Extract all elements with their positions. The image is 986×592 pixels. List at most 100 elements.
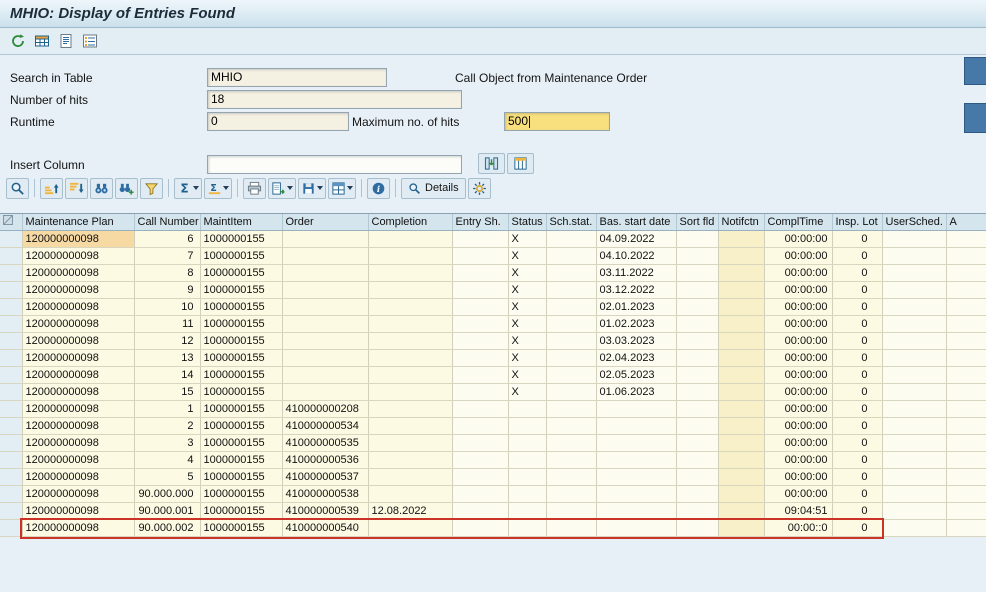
cell-insp-lot[interactable]: 0 (832, 486, 882, 503)
cell-insp-lot[interactable]: 0 (832, 520, 882, 537)
column-header-a[interactable]: A (946, 214, 986, 231)
cell-a[interactable] (946, 231, 986, 248)
cell-status[interactable]: X (508, 248, 546, 265)
cell-sort-fld[interactable] (676, 452, 718, 469)
cell-compltime[interactable]: 00:00:00 (764, 401, 832, 418)
cell-call-number[interactable]: 12 (134, 333, 200, 350)
cell-maintitem[interactable]: 1000000155 (200, 231, 282, 248)
cell-status[interactable]: X (508, 316, 546, 333)
cell-compltime[interactable]: 00:00:00 (764, 299, 832, 316)
cell-insp-lot[interactable]: 0 (832, 299, 882, 316)
cell-call-number[interactable]: 4 (134, 452, 200, 469)
print-button[interactable] (243, 178, 266, 199)
column-header-maintitem[interactable]: MaintItem (200, 214, 282, 231)
cell-bas-start-date[interactable]: 02.01.2023 (596, 299, 676, 316)
column-header-insp-lot[interactable]: Insp. Lot (832, 214, 882, 231)
cell-entry-sh[interactable] (452, 248, 508, 265)
cell-completion[interactable] (368, 469, 452, 486)
cell-maintenance-plan[interactable]: 120000000098 (22, 350, 134, 367)
cell-sort-fld[interactable] (676, 435, 718, 452)
refresh-button[interactable] (8, 31, 28, 51)
row-selector[interactable] (0, 384, 22, 401)
cell-notifctn[interactable] (718, 384, 764, 401)
cell-bas-start-date[interactable]: 04.10.2022 (596, 248, 676, 265)
cell-bas-start-date[interactable] (596, 503, 676, 520)
cell-compltime[interactable]: 00:00:00 (764, 265, 832, 282)
cell-completion[interactable] (368, 350, 452, 367)
cell-status[interactable]: X (508, 282, 546, 299)
cell-status[interactable]: X (508, 350, 546, 367)
cell-completion[interactable] (368, 299, 452, 316)
row-selector[interactable] (0, 418, 22, 435)
cell-status[interactable]: X (508, 367, 546, 384)
cell-a[interactable] (946, 316, 986, 333)
cell-maintenance-plan[interactable]: 120000000098 (22, 316, 134, 333)
cell-sort-fld[interactable] (676, 503, 718, 520)
cell-compltime[interactable]: 00:00:00 (764, 333, 832, 350)
cell-maintenance-plan[interactable]: 120000000098 (22, 231, 134, 248)
cell-order[interactable]: 410000000535 (282, 435, 368, 452)
cell-call-number[interactable]: 10 (134, 299, 200, 316)
cell-order[interactable] (282, 350, 368, 367)
find-button[interactable] (90, 178, 113, 199)
cell-call-number[interactable]: 13 (134, 350, 200, 367)
cell-a[interactable] (946, 299, 986, 316)
cell-sch-stat[interactable] (546, 299, 596, 316)
cell-sort-fld[interactable] (676, 418, 718, 435)
cell-sort-fld[interactable] (676, 520, 718, 537)
cell-notifctn[interactable] (718, 299, 764, 316)
cell-insp-lot[interactable]: 0 (832, 316, 882, 333)
column-header-order[interactable]: Order (282, 214, 368, 231)
cell-sch-stat[interactable] (546, 367, 596, 384)
cell-insp-lot[interactable]: 0 (832, 503, 882, 520)
cell-bas-start-date[interactable]: 04.09.2022 (596, 231, 676, 248)
cell-usersched[interactable] (882, 231, 946, 248)
cell-completion[interactable] (368, 282, 452, 299)
cell-order[interactable]: 410000000540 (282, 520, 368, 537)
cell-order[interactable] (282, 367, 368, 384)
cell-maintitem[interactable]: 1000000155 (200, 435, 282, 452)
column-header-sort-fld[interactable]: Sort fld (676, 214, 718, 231)
cell-notifctn[interactable] (718, 282, 764, 299)
insert-column-execute-button[interactable] (478, 153, 505, 174)
cell-sort-fld[interactable] (676, 282, 718, 299)
cell-usersched[interactable] (882, 350, 946, 367)
cell-bas-start-date[interactable] (596, 469, 676, 486)
row-selector[interactable] (0, 299, 22, 316)
cell-maintitem[interactable]: 1000000155 (200, 452, 282, 469)
cell-bas-start-date[interactable] (596, 452, 676, 469)
row-selector[interactable] (0, 520, 22, 537)
cell-call-number[interactable]: 1 (134, 401, 200, 418)
cell-order[interactable] (282, 282, 368, 299)
cell-usersched[interactable] (882, 333, 946, 350)
cell-entry-sh[interactable] (452, 520, 508, 537)
cell-entry-sh[interactable] (452, 503, 508, 520)
cell-call-number[interactable]: 90.000.002 (134, 520, 200, 537)
sort-ascending-button[interactable] (40, 178, 63, 199)
cell-maintenance-plan[interactable]: 120000000098 (22, 401, 134, 418)
cell-completion[interactable] (368, 486, 452, 503)
cell-compltime[interactable]: 00:00:00 (764, 316, 832, 333)
cell-completion[interactable] (368, 316, 452, 333)
row-selector[interactable] (0, 316, 22, 333)
cell-compltime[interactable]: 00:00::0 (764, 520, 832, 537)
column-header-bas-start-date[interactable]: Bas. start date (596, 214, 676, 231)
cell-a[interactable] (946, 367, 986, 384)
cell-a[interactable] (946, 520, 986, 537)
cell-sch-stat[interactable] (546, 282, 596, 299)
cell-compltime[interactable]: 09:04:51 (764, 503, 832, 520)
cell-entry-sh[interactable] (452, 401, 508, 418)
cell-a[interactable] (946, 248, 986, 265)
cell-notifctn[interactable] (718, 333, 764, 350)
copy-column-button[interactable] (507, 153, 534, 174)
cell-compltime[interactable]: 00:00:00 (764, 384, 832, 401)
cell-entry-sh[interactable] (452, 282, 508, 299)
list-button[interactable] (80, 31, 100, 51)
cell-order[interactable] (282, 316, 368, 333)
cell-bas-start-date[interactable] (596, 486, 676, 503)
cell-compltime[interactable]: 00:00:00 (764, 469, 832, 486)
save-file-button[interactable] (298, 178, 326, 199)
cell-a[interactable] (946, 503, 986, 520)
cell-insp-lot[interactable]: 0 (832, 231, 882, 248)
column-header-maintenance-plan[interactable]: Maintenance Plan (22, 214, 134, 231)
